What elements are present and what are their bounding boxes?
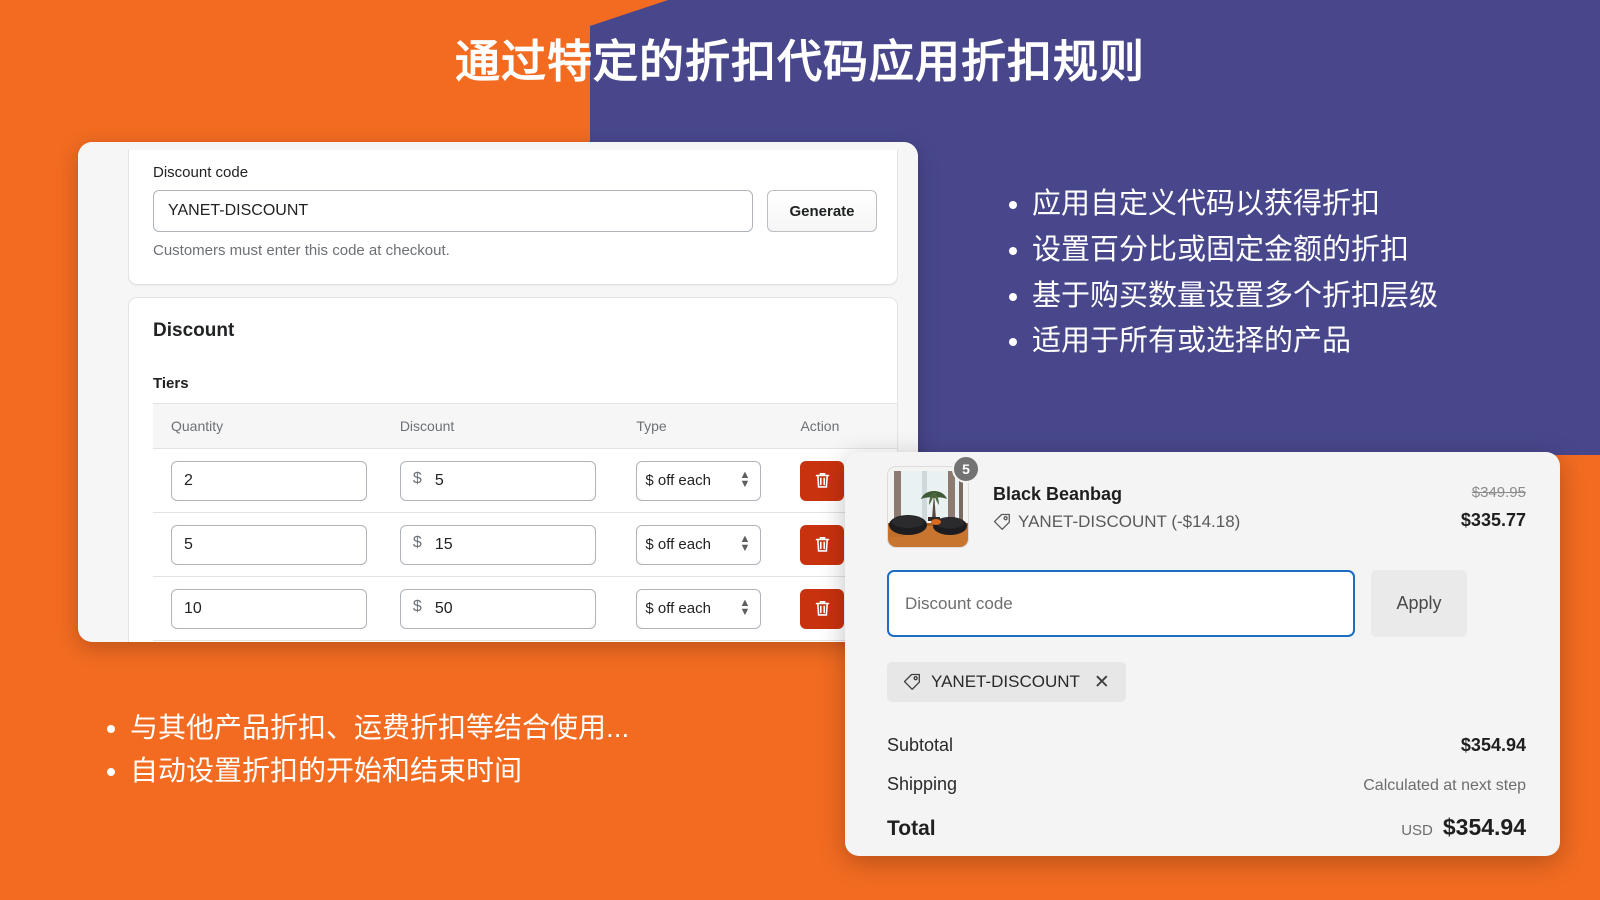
column-header-discount: Discount bbox=[399, 418, 455, 434]
discount-heading: Discount bbox=[153, 320, 235, 341]
subtotal-label: Subtotal bbox=[887, 735, 954, 755]
generate-button[interactable]: Generate bbox=[767, 190, 877, 232]
product-discount-line: YANET-DISCOUNT (-$14.18) bbox=[993, 512, 1240, 532]
list-item: 自动设置折扣的开始和结束时间 bbox=[130, 749, 868, 792]
trash-icon bbox=[815, 601, 830, 616]
column-header-quantity: Quantity bbox=[171, 418, 224, 434]
orange-feature-list: 与其他产品折扣、运费折扣等结合使用... 自动设置折扣的开始和结束时间 bbox=[108, 706, 868, 793]
quantity-badge: 5 bbox=[952, 455, 980, 483]
total-currency: USD bbox=[1401, 822, 1433, 839]
trash-icon bbox=[815, 537, 830, 552]
tier-quantity-input[interactable] bbox=[171, 460, 367, 501]
tiers-table: Quantity Discount Type Action $ bbox=[153, 403, 897, 642]
total-value: $354.94 bbox=[1442, 814, 1526, 840]
shipping-row: Shipping Calculated at next step bbox=[887, 774, 1526, 795]
total-label: Total bbox=[887, 817, 936, 840]
list-item: 应用自定义代码以获得折扣 bbox=[1032, 182, 1570, 228]
column-header-action: Action bbox=[800, 418, 840, 434]
total-row: Total USD $354.94 bbox=[887, 814, 1526, 841]
discount-code-label: Discount code bbox=[153, 164, 249, 181]
tag-icon bbox=[903, 673, 920, 690]
delete-tier-button[interactable] bbox=[800, 524, 845, 565]
cart-discount-code-row: Apply bbox=[887, 570, 1526, 640]
delete-tier-button[interactable] bbox=[800, 588, 845, 629]
subtotal-value: $354.94 bbox=[1460, 735, 1526, 755]
applied-discount-chip[interactable]: YANET-DISCOUNT ✕ bbox=[887, 662, 1126, 702]
admin-screenshot-card: Discount code Generate Customers must en… bbox=[78, 142, 918, 642]
cart-discount-code-input[interactable] bbox=[887, 570, 1355, 637]
column-header-type: Type bbox=[636, 418, 667, 434]
shipping-value: Calculated at next step bbox=[1363, 777, 1526, 794]
cart-product-row: 5 Black Beanbag YANET-DISCOUNT (-$14.18)… bbox=[887, 455, 1526, 564]
tier-type-select[interactable] bbox=[636, 524, 762, 565]
tier-discount-input[interactable] bbox=[399, 460, 596, 501]
tier-discount-input[interactable] bbox=[399, 588, 596, 629]
list-item: 基于购买数量设置多个折扣层级 bbox=[1032, 274, 1570, 320]
product-thumbnail-wrap: 5 bbox=[887, 455, 980, 548]
delete-tier-button[interactable] bbox=[800, 460, 845, 501]
tag-icon bbox=[993, 513, 1010, 530]
discount-code-help-text: Customers must enter this code at checko… bbox=[153, 242, 450, 259]
table-row: $ ▲▼ bbox=[153, 513, 897, 577]
tier-discount-input[interactable] bbox=[399, 524, 596, 565]
tier-type-select[interactable] bbox=[636, 460, 762, 501]
product-discount-text: YANET-DISCOUNT (-$14.18) bbox=[1018, 512, 1241, 531]
product-name: Black Beanbag bbox=[993, 484, 1123, 504]
shipping-label: Shipping bbox=[887, 774, 958, 794]
page-title: 通过特定的折扣代码应用折扣规则 bbox=[454, 36, 1145, 87]
discount-panel: Discount Tiers Quantity Discount Type Ac… bbox=[128, 297, 898, 642]
list-item: 设置百分比或固定金额的折扣 bbox=[1032, 228, 1570, 274]
list-item: 适用于所有或选择的产品 bbox=[1032, 319, 1570, 365]
apply-button[interactable]: Apply bbox=[1371, 570, 1467, 637]
price-discounted: $335.77 bbox=[1460, 510, 1526, 530]
table-row: $ ▲▼ bbox=[153, 577, 897, 641]
storefront-cart-panel: 5 Black Beanbag YANET-DISCOUNT (-$14.18)… bbox=[845, 452, 1560, 856]
trash-icon bbox=[815, 473, 830, 488]
subtotal-row: Subtotal $354.94 bbox=[887, 735, 1526, 756]
tier-quantity-input[interactable] bbox=[171, 588, 367, 629]
applied-discount-label: YANET-DISCOUNT bbox=[931, 672, 1080, 691]
tier-type-select[interactable] bbox=[636, 588, 762, 629]
purple-feature-list: 应用自定义代码以获得折扣 设置百分比或固定金额的折扣 基于购买数量设置多个折扣层… bbox=[1010, 182, 1570, 365]
table-row: $ ▲▼ bbox=[153, 449, 897, 513]
discount-code-input[interactable] bbox=[153, 190, 753, 232]
list-item: 与其他产品折扣、运费折扣等结合使用... bbox=[130, 706, 868, 749]
price-original: $349.95 bbox=[1471, 484, 1526, 501]
discount-code-panel: Discount code Generate Customers must en… bbox=[128, 150, 898, 285]
close-icon[interactable]: ✕ bbox=[1094, 671, 1110, 694]
tier-quantity-input[interactable] bbox=[171, 524, 367, 565]
tiers-table-header: Quantity Discount Type Action bbox=[153, 403, 897, 449]
tiers-label: Tiers bbox=[153, 375, 189, 392]
